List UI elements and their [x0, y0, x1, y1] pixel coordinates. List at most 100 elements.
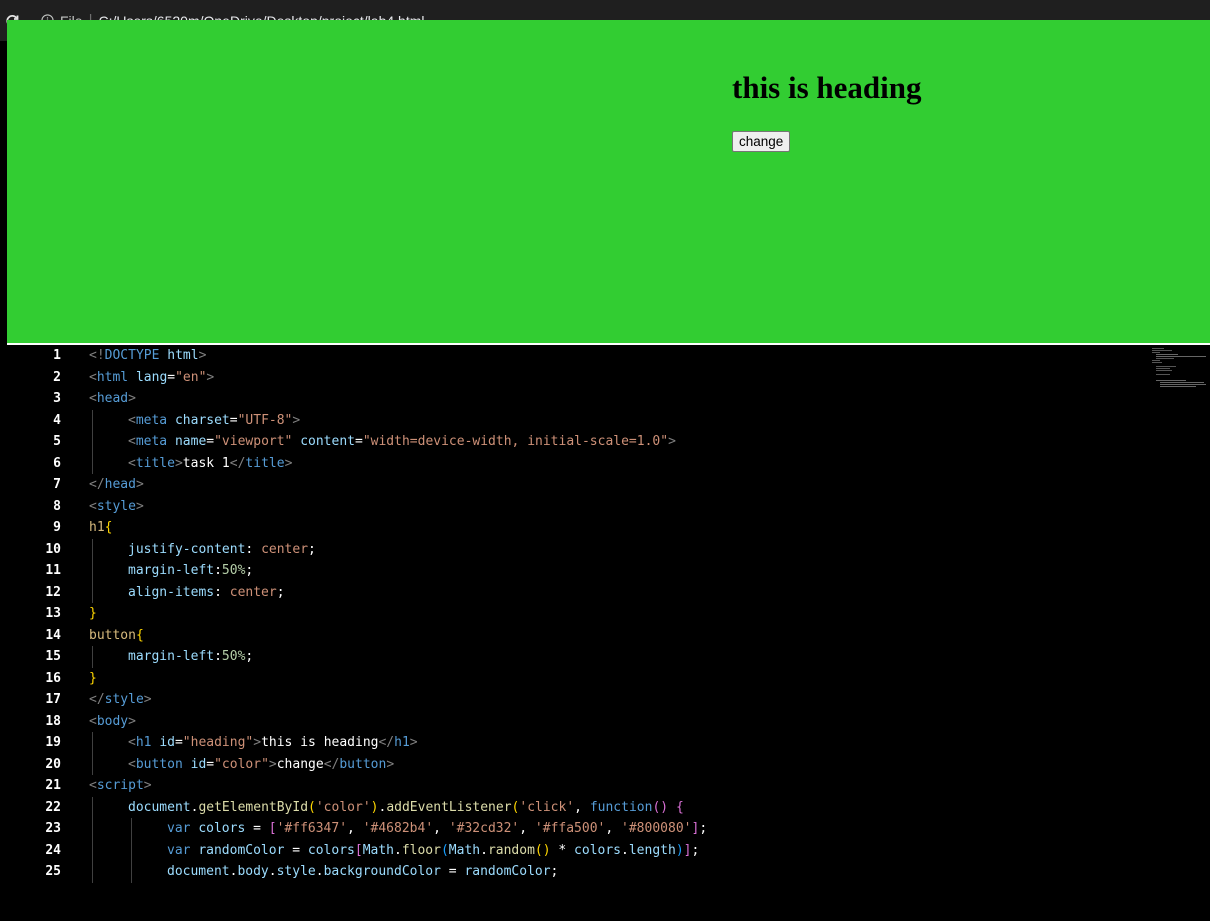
code-token: < — [128, 735, 136, 750]
code-token: < — [128, 455, 136, 471]
code-token: Math — [362, 842, 394, 858]
code-line[interactable]: 1 <!DOCTYPE html> — [0, 345, 1150, 367]
line-code: <style> — [89, 496, 144, 518]
line-number: 2 — [53, 369, 61, 385]
code-token: script — [96, 778, 144, 793]
code-line[interactable]: 25 document.body.style.backgroundColor = … — [0, 861, 1150, 883]
code-line[interactable]: 8 <style> — [0, 496, 1150, 518]
code-line[interactable]: 24 var randomColor = colors[Math.floor(Ma… — [0, 839, 1150, 861]
code-token: style — [276, 864, 316, 879]
code-token: ; — [245, 649, 254, 664]
code-token: < — [89, 391, 97, 406]
code-token: { — [675, 799, 684, 815]
code-line[interactable]: 4 <meta charset="UTF-8"> — [0, 409, 1150, 431]
code-line[interactable]: 16} — [0, 668, 1150, 690]
code-token: () — [534, 842, 551, 858]
code-token: = — [174, 735, 183, 750]
indent-guide — [92, 753, 93, 775]
line-number: 19 — [45, 735, 61, 750]
code-line[interactable]: 21 <script> — [0, 775, 1150, 797]
code-token: document — [167, 864, 230, 879]
code-line[interactable]: 18 <body> — [0, 711, 1150, 733]
code-line[interactable]: 9 h1{ — [0, 517, 1150, 539]
indent-guide — [92, 818, 93, 840]
indent-guide — [92, 861, 93, 883]
code-token: center — [229, 584, 277, 600]
line-code: <body> — [89, 711, 136, 733]
code-token: < — [89, 778, 97, 793]
line-code: document.body.style.backgroundColor = ra… — [167, 861, 558, 883]
code-token: < — [89, 369, 97, 385]
code-token: var — [167, 821, 199, 836]
code-line[interactable]: 19 <h1 id="heading">this is heading</h1> — [0, 732, 1150, 754]
code-token: '#ff6347' — [276, 821, 348, 836]
code-token: title — [245, 455, 285, 471]
code-token: > — [143, 692, 152, 707]
code-token: "color" — [214, 756, 269, 772]
code-token: center — [261, 541, 309, 557]
line-code: margin-left:50%; — [128, 560, 253, 582]
code-token: : — [214, 563, 222, 578]
line-number: 17 — [45, 692, 61, 707]
code-line[interactable]: 5 <meta name="viewport" content="width=de… — [0, 431, 1150, 453]
indent-guide — [92, 796, 93, 818]
line-number: 15 — [45, 649, 61, 664]
code-line[interactable]: 13} — [0, 603, 1150, 625]
indent-guide — [92, 431, 93, 453]
code-token: > — [128, 713, 136, 729]
line-number: 13 — [45, 606, 61, 621]
code-line[interactable]: 15 margin-left:50%; — [0, 646, 1150, 668]
indent-guide — [92, 839, 93, 861]
code-token: > — [174, 455, 183, 471]
code-line[interactable]: 7 </head> — [0, 474, 1150, 496]
code-token: > — [386, 756, 395, 772]
code-token: '#4682b4' — [362, 821, 434, 836]
line-number: 5 — [53, 434, 61, 449]
code-token: = — [206, 434, 215, 449]
line-number: 3 — [53, 391, 61, 406]
code-line[interactable]: 6 <title>task 1</title> — [0, 452, 1150, 474]
code-token: "viewport" — [214, 434, 301, 449]
code-token: = — [284, 842, 308, 858]
line-code: button{ — [89, 625, 144, 647]
code-token: html — [167, 348, 199, 363]
code-line[interactable]: 2 <html lang="en"> — [0, 367, 1150, 389]
code-line[interactable]: 23 var colors = ['#ff6347', '#4682b4', '#… — [0, 818, 1150, 840]
indent-guide — [92, 560, 93, 582]
code-line[interactable]: 20 <button id="color">change</button> — [0, 753, 1150, 775]
code-line[interactable]: 3 <head> — [0, 388, 1150, 410]
code-token: ( — [440, 842, 449, 858]
code-token: charset — [174, 412, 230, 428]
code-line[interactable]: 17 </style> — [0, 689, 1150, 711]
code-token: > — [292, 412, 301, 428]
change-color-button[interactable]: change — [732, 131, 791, 152]
code-token: > — [284, 455, 293, 471]
indent-guide — [92, 538, 93, 560]
code-token: style — [104, 692, 144, 707]
line-number: 11 — [45, 563, 61, 578]
code-line[interactable]: 14 button{ — [0, 625, 1150, 647]
line-code: <head> — [89, 388, 136, 410]
line-code: h1{ — [89, 517, 112, 539]
minimap[interactable] — [1150, 347, 1208, 387]
code-token: { — [104, 520, 113, 535]
code-token: = — [440, 864, 465, 879]
code-token: length — [628, 842, 676, 858]
code-token: } — [89, 670, 97, 686]
indent-guide — [92, 646, 93, 668]
code-token: [ — [268, 821, 277, 836]
code-editor[interactable]: 1 <!DOCTYPE html> 2 <html lang="en"> 3 <head>… — [0, 345, 1210, 921]
code-line[interactable]: 10 justify-content: center; — [0, 538, 1150, 560]
code-token: = — [167, 369, 176, 385]
code-line[interactable]: 22 document.getElementById('color').addEv… — [0, 796, 1150, 818]
code-token: body — [96, 713, 129, 729]
code-token: , — [347, 821, 363, 836]
code-token: '#ffa500' — [534, 821, 606, 836]
code-line[interactable]: 11 margin-left:50%; — [0, 560, 1150, 582]
code-line[interactable]: 12 align-items: center; — [0, 581, 1150, 603]
line-number: 12 — [45, 584, 61, 600]
line-code: margin-left:50%; — [128, 646, 253, 668]
code-token: var — [167, 842, 199, 858]
code-token: html — [96, 369, 136, 385]
line-code: <h1 id="heading">this is heading</h1> — [128, 732, 418, 754]
